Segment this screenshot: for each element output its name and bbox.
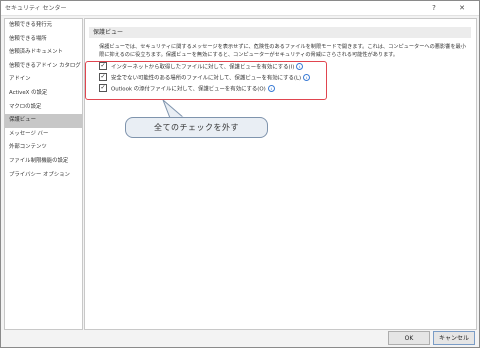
sidebar-item-message-bar[interactable]: メッセージ バー — [5, 128, 82, 142]
highlight-box — [85, 61, 327, 100]
sidebar-item-macro-settings[interactable]: マクロの設定 — [5, 101, 82, 115]
security-center-window: セキュリティ センター ? ✕ 信頼できる発行元 信頼できる場所 信頼済みドキュ… — [0, 0, 480, 348]
sidebar-item-protected-view[interactable]: 保護ビュー — [5, 114, 82, 128]
cancel-button[interactable]: キャンセル — [433, 331, 475, 345]
sidebar-item-privacy-options[interactable]: プライバシー オプション — [5, 169, 82, 183]
help-button[interactable]: ? — [425, 1, 443, 15]
sidebar-item-trusted-documents[interactable]: 信頼済みドキュメント — [5, 46, 82, 60]
annotation-callout: 全てのチェックを外す — [125, 117, 268, 138]
window-title: セキュリティ センター — [5, 5, 67, 12]
sidebar: 信頼できる発行元 信頼できる場所 信頼済みドキュメント 信頼できるアドイン カタ… — [4, 18, 83, 330]
sidebar-item-trusted-addin-catalogs[interactable]: 信頼できるアドイン カタログ — [5, 60, 82, 74]
sidebar-item-external-content[interactable]: 外部コンテンツ — [5, 141, 82, 155]
sidebar-item-trusted-locations[interactable]: 信頼できる場所 — [5, 33, 82, 47]
sidebar-item-activex-settings[interactable]: ActiveX の設定 — [5, 87, 82, 101]
title-bar: セキュリティ センター ? ✕ — [1, 1, 479, 16]
sidebar-item-file-block-settings[interactable]: ファイル制限機能の設定 — [5, 155, 82, 169]
close-button[interactable]: ✕ — [453, 1, 471, 15]
protected-view-description: 保護ビューでは、セキュリティに関するメッセージを表示せずに、危険性のあるファイル… — [99, 44, 466, 58]
section-title: 保護ビュー — [89, 27, 471, 38]
sidebar-item-trusted-publishers[interactable]: 信頼できる発行元 — [5, 19, 82, 33]
sidebar-item-addins[interactable]: アドイン — [5, 73, 82, 87]
ok-button[interactable]: OK — [388, 331, 430, 345]
